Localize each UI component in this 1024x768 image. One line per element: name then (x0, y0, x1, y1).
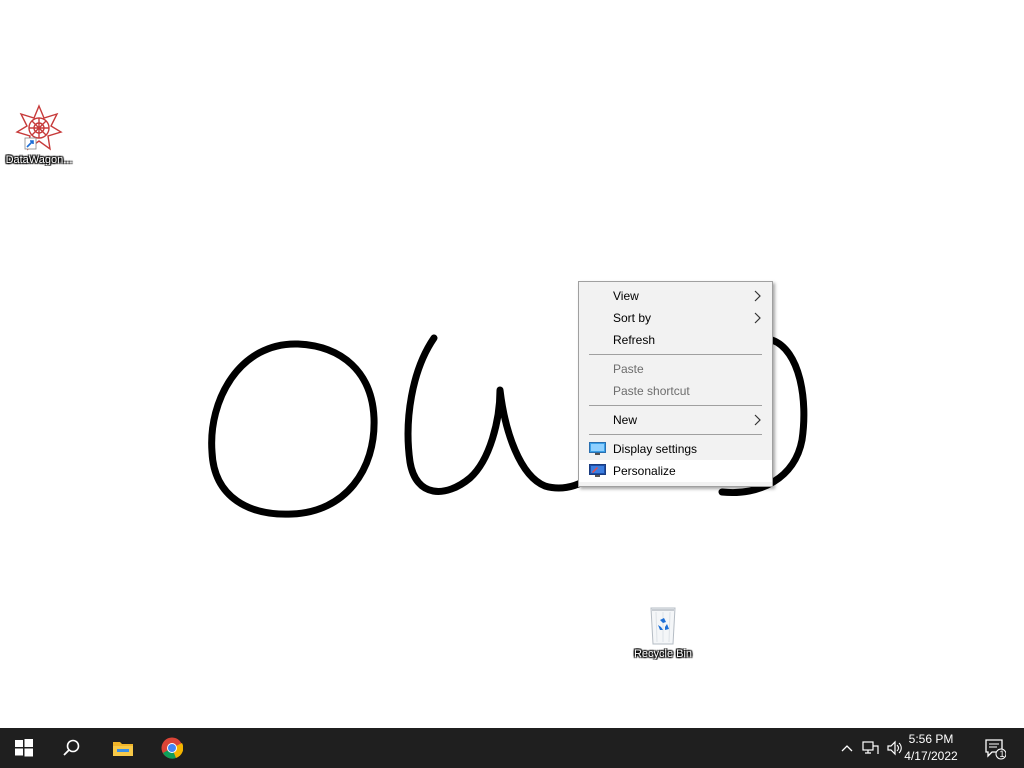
wallpaper-stroke-w (404, 334, 604, 495)
chevron-up-icon[interactable] (840, 740, 854, 756)
menu-item-personalize[interactable]: Personalize (579, 460, 772, 482)
datawagon-app-icon (15, 104, 63, 151)
start-button[interactable] (0, 728, 48, 768)
desktop-wallpaper[interactable] (0, 0, 1024, 728)
menu-item-display-settings[interactable]: Display settings (579, 438, 772, 460)
menu-item-label: Display settings (613, 442, 698, 456)
clock-date[interactable]: 4/17/2022 (896, 749, 966, 763)
action-center-button[interactable]: 1 (980, 728, 1016, 768)
personalize-icon (589, 464, 606, 477)
menu-item-view[interactable]: View (579, 285, 772, 307)
menu-item-label: Personalize (613, 464, 676, 478)
chevron-right-icon (754, 312, 761, 324)
monitor-icon (589, 442, 606, 455)
menu-item-refresh[interactable]: Refresh (579, 329, 772, 351)
menu-item-label: Paste shortcut (613, 384, 690, 398)
clock-time[interactable]: 5:56 PM (896, 732, 966, 746)
menu-item-label: Sort by (613, 311, 652, 325)
notification-count: 1 (999, 749, 1005, 759)
menu-item-label: New (613, 413, 638, 427)
taskbar-file-explorer[interactable] (98, 728, 146, 768)
desktop-icon-label: Recycle Bin (633, 648, 693, 660)
menu-separator (589, 354, 762, 355)
menu-item-paste-shortcut: Paste shortcut (579, 380, 772, 402)
file-explorer-icon (113, 742, 133, 756)
chrome-icon (161, 737, 183, 759)
start-windows-icon (15, 739, 33, 757)
menu-separator (589, 405, 762, 406)
chevron-right-icon (754, 414, 761, 426)
taskbar-chrome[interactable] (148, 728, 196, 768)
wallpaper-stroke-o-left (208, 340, 378, 518)
menu-item-paste: Paste (579, 358, 772, 380)
search-icon (63, 739, 80, 756)
menu-item-label: View (613, 289, 639, 303)
menu-item-new[interactable]: New (579, 409, 772, 431)
desktop-context-menu: View Sort by Refresh Paste Paste shortcu… (578, 281, 773, 487)
recycle-bin-icon (650, 607, 676, 645)
menu-separator (589, 434, 762, 435)
desktop-icon-recycle-bin[interactable]: Recycle Bin (624, 602, 702, 660)
desktop-icon-datawagon[interactable]: DataWagon... (0, 104, 78, 166)
network-icon[interactable] (862, 740, 880, 756)
menu-item-label: Refresh (613, 333, 656, 347)
menu-item-label: Paste (613, 362, 644, 376)
taskbar: 5:56 PM 4/17/2022 1 (0, 728, 1024, 768)
desktop-icon-label: DataWagon... (5, 154, 73, 166)
search-button[interactable] (48, 728, 96, 768)
menu-item-sort-by[interactable]: Sort by (579, 307, 772, 329)
chevron-right-icon (754, 290, 761, 302)
